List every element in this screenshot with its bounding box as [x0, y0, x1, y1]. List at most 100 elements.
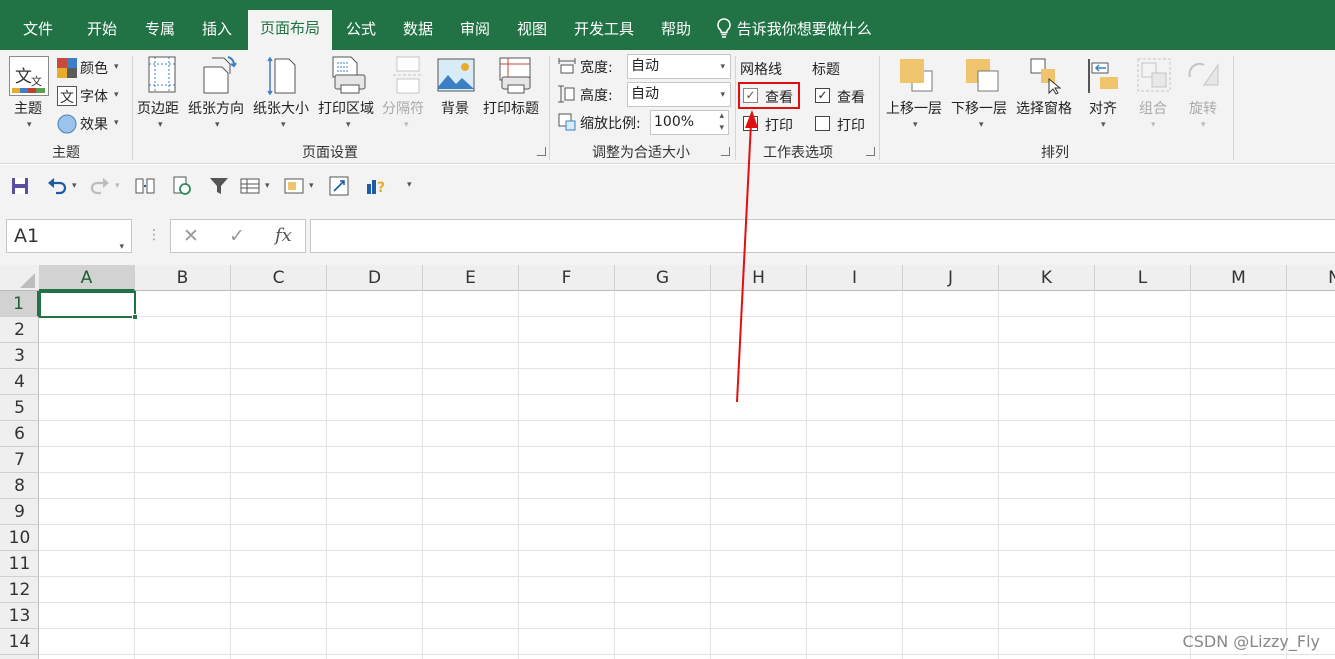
- insert-function-icon[interactable]: fx: [275, 225, 292, 246]
- row-header-5[interactable]: 5: [0, 395, 39, 421]
- cancel-icon[interactable]: ✕: [183, 225, 199, 247]
- row-header-2[interactable]: 2: [0, 317, 39, 343]
- height-select[interactable]: 自动 ▾: [627, 82, 731, 107]
- conditional-format-dropdown-icon[interactable]: ▾: [309, 181, 314, 191]
- column-header-b[interactable]: B: [135, 265, 231, 291]
- send-backward-icon: [966, 59, 999, 92]
- table-format-dropdown-icon[interactable]: ▾: [265, 181, 270, 191]
- group-divider: [132, 56, 133, 160]
- formula-input[interactable]: [310, 219, 1335, 253]
- spin-down-icon[interactable]: ▾: [719, 117, 724, 140]
- tell-me-box[interactable]: 告诉我你想要做什么: [716, 11, 878, 50]
- themes-button[interactable]: 文文: [9, 56, 49, 96]
- selection-pane-button[interactable]: 选择窗格: [1015, 54, 1079, 136]
- background-image-icon: [437, 58, 475, 92]
- column-header-g[interactable]: G: [615, 265, 711, 291]
- column-header-j[interactable]: J: [903, 265, 999, 291]
- quick-access-toolbar: ▾ ▾ ▾ ▾ ? ▾: [0, 165, 1335, 207]
- name-box-dropdown-icon[interactable]: ▾: [119, 231, 124, 263]
- tab-data[interactable]: 数据: [392, 11, 444, 50]
- colors-button[interactable]: 颜色 ▾: [57, 57, 123, 79]
- sheet-options-launcher-icon[interactable]: [866, 147, 875, 156]
- scale-to-fit-launcher-icon[interactable]: [721, 147, 730, 156]
- headings-view-checkbox[interactable]: ✓: [815, 88, 830, 103]
- tab-page-layout[interactable]: 页面布局: [248, 10, 332, 50]
- column-header-k[interactable]: K: [999, 265, 1095, 291]
- bring-forward-button[interactable]: 上移一层 ▾: [884, 54, 948, 136]
- tab-insert[interactable]: 插入: [191, 11, 243, 50]
- page-setup-launcher-icon[interactable]: [537, 147, 546, 156]
- splitter-handle-icon[interactable]: ⋮: [147, 227, 161, 243]
- column-header-l[interactable]: L: [1095, 265, 1191, 291]
- headings-print-checkbox[interactable]: [815, 116, 830, 131]
- row-header-6[interactable]: 6: [0, 421, 39, 447]
- tab-help[interactable]: 帮助: [650, 11, 702, 50]
- margins-button[interactable]: 页边距 ▾: [137, 54, 187, 136]
- freeze-panes-icon[interactable]: [135, 177, 155, 195]
- fonts-button[interactable]: 文 字体 ▾: [57, 85, 123, 107]
- select-all-icon[interactable]: [0, 265, 39, 291]
- cells-area[interactable]: [39, 291, 1335, 659]
- row-header-12[interactable]: 12: [0, 577, 39, 603]
- print-titles-button[interactable]: 打印标题: [483, 54, 545, 136]
- refresh-icon[interactable]: [172, 176, 192, 196]
- tab-file[interactable]: 文件: [10, 11, 66, 50]
- orientation-button[interactable]: 纸张方向 ▾: [188, 54, 250, 136]
- tab-review[interactable]: 审阅: [449, 11, 501, 50]
- column-header-e[interactable]: E: [423, 265, 519, 291]
- redo-dropdown-icon: ▾: [115, 181, 120, 191]
- row-header-11[interactable]: 11: [0, 551, 39, 577]
- screenshot-icon[interactable]: [329, 176, 349, 196]
- row-header-7[interactable]: 7: [0, 447, 39, 473]
- row-header-13[interactable]: 13: [0, 603, 39, 629]
- row-header-3[interactable]: 3: [0, 343, 39, 369]
- chart-help-icon[interactable]: ?: [366, 176, 388, 196]
- size-button[interactable]: 纸张大小 ▾: [253, 54, 315, 136]
- width-select[interactable]: 自动 ▾: [627, 54, 731, 79]
- gridlines-heading: 网格线: [740, 62, 782, 78]
- save-icon[interactable]: [11, 177, 29, 195]
- undo-dropdown-icon[interactable]: ▾: [72, 181, 77, 191]
- column-header-d[interactable]: D: [327, 265, 423, 291]
- column-header-m[interactable]: M: [1191, 265, 1287, 291]
- background-button[interactable]: 背景: [436, 54, 476, 136]
- undo-icon[interactable]: [47, 177, 67, 195]
- column-header-f[interactable]: F: [519, 265, 615, 291]
- tab-developer[interactable]: 开发工具: [563, 11, 645, 50]
- effects-button[interactable]: 效果 ▾: [57, 113, 123, 135]
- filter-icon[interactable]: [209, 177, 229, 195]
- row-header-1[interactable]: 1: [0, 291, 39, 317]
- row-header-4[interactable]: 4: [0, 369, 39, 395]
- column-header-c[interactable]: C: [231, 265, 327, 291]
- column-header-h[interactable]: H: [711, 265, 807, 291]
- orientation-label: 纸张方向: [188, 101, 244, 117]
- column-header-n[interactable]: N: [1287, 265, 1335, 291]
- width-dropdown-icon: ▾: [720, 62, 725, 72]
- column-header-i[interactable]: I: [807, 265, 903, 291]
- enter-icon[interactable]: ✓: [229, 225, 245, 247]
- row-header-10[interactable]: 10: [0, 525, 39, 551]
- customize-qat-icon[interactable]: ▾: [407, 180, 412, 190]
- print-area-button[interactable]: 打印区域 ▾: [318, 54, 380, 136]
- tab-formulas[interactable]: 公式: [336, 11, 386, 50]
- row-header-9[interactable]: 9: [0, 499, 39, 525]
- name-box[interactable]: A1 ▾: [6, 219, 132, 253]
- row-header-8[interactable]: 8: [0, 473, 39, 499]
- align-button[interactable]: 对齐 ▾: [1084, 54, 1124, 136]
- tab-exclusive[interactable]: 专属: [134, 11, 186, 50]
- fonts-dropdown-icon: ▾: [114, 90, 119, 100]
- column-header-a[interactable]: A: [39, 265, 135, 291]
- row-header-14[interactable]: 14: [0, 629, 39, 655]
- fill-handle[interactable]: [132, 314, 138, 320]
- active-cell-a1[interactable]: [39, 291, 136, 318]
- send-backward-button[interactable]: 下移一层 ▾: [950, 54, 1014, 136]
- table-format-icon[interactable]: [240, 177, 260, 195]
- scale-spinner[interactable]: 100% ▴ ▾: [650, 110, 729, 135]
- print-area-icon: [332, 56, 366, 94]
- bring-forward-dropdown-icon: ▾: [913, 120, 918, 130]
- gridlines-print-checkbox[interactable]: [743, 116, 758, 131]
- conditional-format-icon[interactable]: [284, 177, 304, 195]
- tab-view[interactable]: 视图: [506, 11, 558, 50]
- group-divider: [735, 56, 736, 160]
- tab-home[interactable]: 开始: [76, 11, 128, 50]
